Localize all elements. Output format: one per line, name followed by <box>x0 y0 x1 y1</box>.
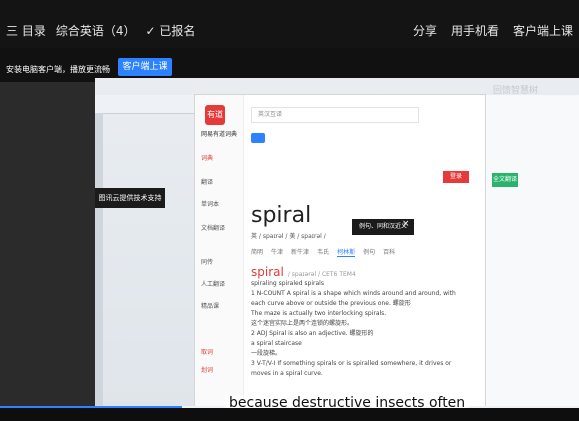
nav-courses[interactable]: 精品课 <box>201 301 219 310</box>
nav-dictionary[interactable]: 词典 <box>201 153 213 162</box>
nav-translate[interactable]: 翻译 <box>201 177 213 186</box>
tab-collins[interactable]: 柯林斯 <box>337 247 356 257</box>
course-topbar: 三 目录 综合英语（4） ✓ 已报名 分享 用手机看 客户端上课 <box>0 0 579 48</box>
vertical-ruler <box>95 113 103 408</box>
banner-text: 安装电脑客户端，播放更流畅 <box>6 65 110 74</box>
dictionary-window: 有道 网易有道词典 词典 翻译 单词本 文档翻译 同传 人工翻译 精品课 取词 … <box>195 95 485 408</box>
tab-wiki[interactable]: 百科 <box>383 247 395 257</box>
nav-wordbook[interactable]: 单词本 <box>201 199 219 208</box>
collins-entry: spiral / spaɪərəl / CET6 TEM4 <box>251 265 356 279</box>
youdao-logo-icon: 有道 <box>205 105 225 125</box>
menu-catalog-button[interactable]: 三 目录 <box>6 22 46 39</box>
tab-oxford[interactable]: 牛津 <box>271 247 283 257</box>
nav-pick-word[interactable]: 取词 <box>201 347 213 356</box>
tab-examples[interactable]: 例句 <box>363 247 375 257</box>
watermark: 回馈智慧树 <box>493 86 539 96</box>
install-banner: 安装电脑客户端，播放更流畅 <box>0 48 579 82</box>
def-2: 2 ADJ Spiral is also an adjective. 螺旋形的 <box>251 330 374 337</box>
nav-select-word[interactable]: 划词 <box>201 365 213 374</box>
tab-webster[interactable]: 韦氏 <box>317 247 329 257</box>
def-3: 3 V-T/V-I If something spirals or is spi… <box>251 360 452 377</box>
word-forms: spiraling spiraled spirals <box>251 280 324 287</box>
mobile-view-link[interactable]: 用手机看 <box>451 22 499 39</box>
word-right-panel: 全文翻译 <box>483 95 579 408</box>
close-icon[interactable]: × <box>402 219 410 229</box>
headword: spiral <box>251 203 312 228</box>
dict-sidebar: 有道 网易有道词典 词典 翻译 单词本 文档翻译 同传 人工翻译 精品课 取词 … <box>195 95 244 408</box>
player-controls <box>0 408 579 421</box>
active-tab-chip[interactable] <box>251 133 265 143</box>
example-1-cn: 这个迷宫实际上是两个连锁的螺旋形。 <box>251 320 354 327</box>
definitions: spiraling spiraled spirals 1 N-COUNT A s… <box>251 279 471 379</box>
nav-simultaneous[interactable]: 同传 <box>201 257 213 266</box>
share-link[interactable]: 分享 <box>413 22 437 39</box>
tab-new-oxford[interactable]: 新牛津 <box>291 247 309 257</box>
def-1: 1 N-COUNT A spiral is a shape which wind… <box>251 290 456 307</box>
client-class-link[interactable]: 客户端上课 <box>513 22 573 39</box>
enrolled-badge: ✓ 已报名 <box>145 24 196 38</box>
login-button[interactable]: 登录 <box>443 171 469 183</box>
course-title: 综合英语（4） <box>55 24 136 38</box>
topbar-left: 三 目录 综合英语（4） ✓ 已报名 <box>6 22 195 39</box>
example-2-cn: 一段旋梯。 <box>251 350 282 357</box>
tech-support-tooltip: 图讯云提供技术支持 <box>95 188 165 208</box>
dict-tabs: 简明 牛津 新牛津 韦氏 柯林斯 例句 百科 <box>251 247 395 257</box>
dict-main: 英汉互译 登录 spiral 英 / spaɪrəl / 美 / spaɪrəl… <box>251 107 477 407</box>
example-2: a spiral staircase <box>251 340 302 347</box>
example-1: The maze is actually two interlocking sp… <box>251 310 387 317</box>
tab-basic[interactable]: 简明 <box>251 247 263 257</box>
search-input[interactable]: 英汉互译 <box>251 107 419 123</box>
dict-brand: 网易有道词典 <box>201 131 238 138</box>
topbar-right: 分享 用手机看 客户端上课 <box>413 22 573 39</box>
nav-human-translate[interactable]: 人工翻译 <box>201 279 225 288</box>
nav-doc-translate[interactable]: 文档翻译 <box>201 223 225 232</box>
phonetic: 英 / spaɪrəl / 美 / spaɪrəl / <box>251 233 326 240</box>
translate-all-tag[interactable]: 全文翻译 <box>492 173 518 187</box>
client-class-button[interactable]: 客户端上课 <box>118 58 172 76</box>
